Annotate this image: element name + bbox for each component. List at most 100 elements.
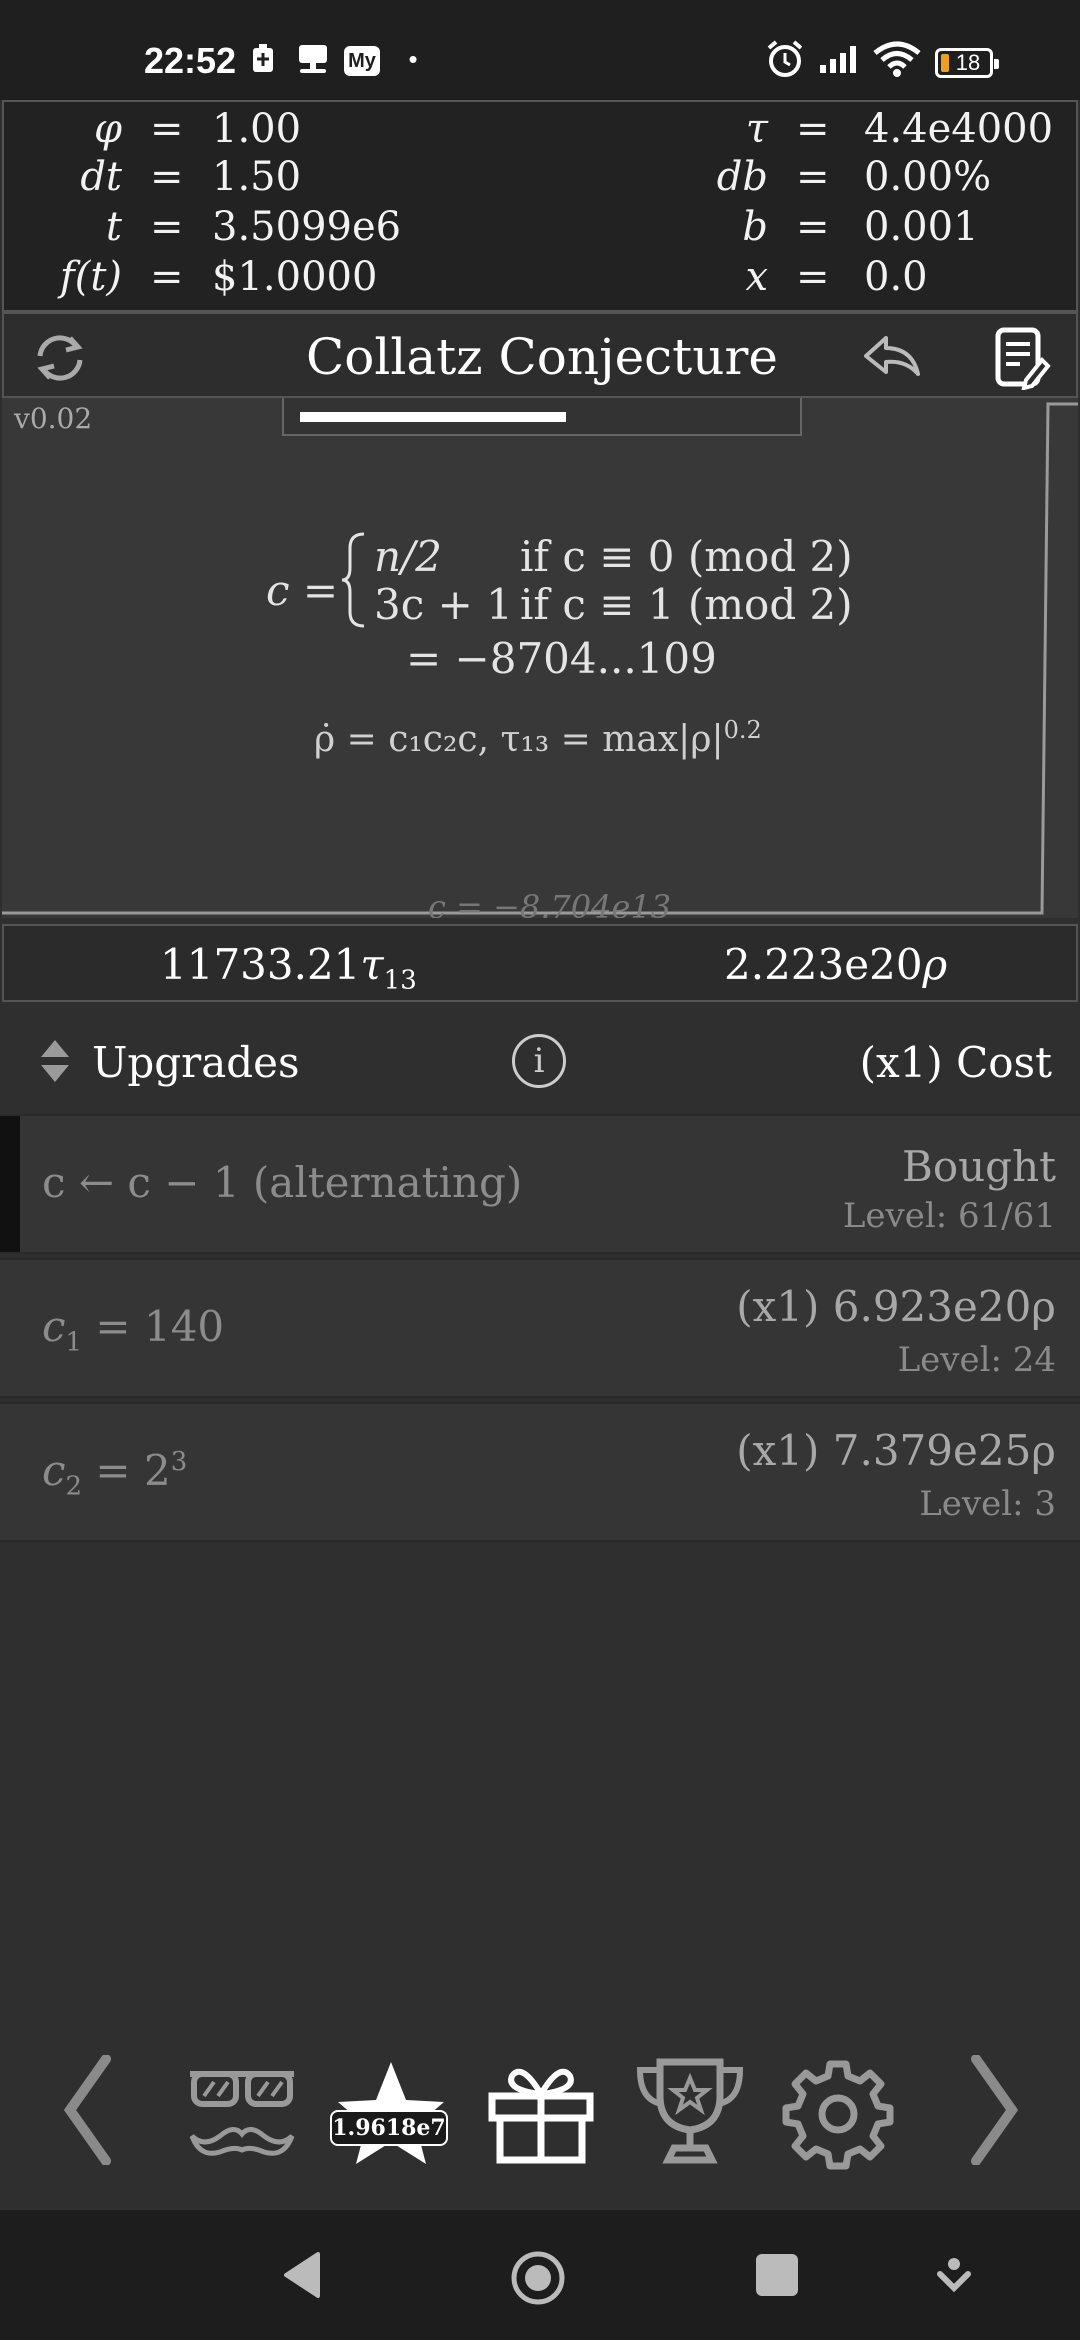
status-bar: 22:52 My • 18 — [0, 0, 1080, 100]
cost-multiplier-button[interactable]: (x1) Cost — [860, 1038, 1052, 1087]
tau-subscript: 13 — [383, 965, 417, 996]
var-row-tau: τ = 4.4e4000 — [544, 106, 1080, 152]
wifi-icon — [872, 41, 922, 77]
settings-gear-icon[interactable] — [782, 2058, 894, 2170]
star-count-badge: 1.9618e7 — [330, 2110, 448, 2146]
row-indicator — [0, 1116, 20, 1252]
upgrade-level: Level: 24 — [897, 1340, 1056, 1380]
var-value: 1.00 — [212, 106, 302, 152]
upgrade-row-c2[interactable]: c2 = 23 (x1) 7.379e25ρ Level: 3 — [0, 1402, 1080, 1542]
var-row-ft: f(t) = $1.0000 — [4, 254, 544, 300]
upgrade-cost: (x1) 7.379e25ρ — [736, 1426, 1056, 1475]
upgrade-var: c — [42, 1302, 66, 1351]
var-row-b: b = 0.001 — [544, 204, 1080, 250]
status-time: 22:52 — [144, 40, 237, 81]
gift-icon[interactable] — [486, 2060, 596, 2164]
var-value: 0.001 — [864, 204, 979, 250]
formula-brace — [338, 530, 368, 634]
tau-value: 11733.21 — [160, 940, 361, 989]
var-equals: = — [796, 154, 830, 200]
alarm-icon — [764, 40, 806, 77]
var-symbol: db — [716, 154, 768, 200]
signal-icon — [818, 42, 862, 76]
trophy-icon[interactable] — [634, 2056, 746, 2168]
upgrades-header: Upgrades i (x1) Cost — [0, 1012, 1080, 1112]
upgrade-status: Bought — [901, 1142, 1056, 1191]
var-row-phi: φ = 1.00 — [4, 106, 544, 152]
formula-case1-cond: if c ≡ 0 (mod 2) — [520, 532, 853, 581]
my-app-icon: My — [344, 46, 380, 76]
var-row-dt: dt = 1.50 — [4, 154, 544, 200]
formula-case2-expr: 3c + 1 — [374, 580, 513, 629]
upgrade-level: Level: 61/61 — [842, 1196, 1056, 1236]
upgrade-subscript: 2 — [65, 1471, 83, 1502]
formula-lhs: c = — [266, 566, 339, 615]
upgrade-exponent: 3 — [170, 1447, 188, 1477]
sort-icon[interactable] — [38, 1036, 72, 1086]
rho-formula-exponent: 0.2 — [723, 716, 762, 744]
var-equals: = — [150, 106, 184, 152]
theory-panel[interactable]: v0.02 c = n/2 if c ≡ 0 (mod 2) 3c + 1 if… — [2, 398, 1078, 918]
var-equals: = — [796, 204, 830, 250]
next-arrow-icon[interactable] — [960, 2050, 1030, 2170]
rho-value: 2.223e20 — [724, 940, 923, 989]
var-equals: = — [150, 254, 184, 300]
currency-bar: 11733.21τ13 2.223e20ρ — [2, 924, 1078, 1002]
graph-label: c = −8.704e13 — [428, 888, 672, 918]
battery-saver-icon — [250, 42, 276, 76]
formula-case2-cond: if c ≡ 1 (mod 2) — [520, 580, 853, 629]
battery-icon: 18 — [935, 48, 999, 78]
tau-currency: 11733.21τ13 — [160, 940, 417, 995]
system-navigation-bar — [0, 2210, 1080, 2340]
variables-panel: φ = 1.00 dt = 1.50 t = 3.5099e6 f(t) = $… — [2, 100, 1078, 312]
var-value: 1.50 — [212, 154, 302, 200]
var-value: 4.4e4000 — [864, 106, 1054, 152]
var-value: 0.00% — [864, 154, 992, 200]
recents-icon[interactable] — [756, 2254, 798, 2296]
upgrade-subscript: 1 — [65, 1327, 83, 1358]
var-symbol: φ — [93, 106, 122, 152]
upgrade-name: c2 = 23 — [42, 1446, 187, 1501]
var-equals: = — [796, 106, 830, 152]
var-equals: = — [150, 204, 184, 250]
upgrade-var: c — [42, 1446, 66, 1495]
formula-case1-expr: n/2 — [374, 532, 442, 581]
rho-currency: 2.223e20ρ — [724, 940, 947, 989]
var-equals: = — [150, 154, 184, 200]
var-row-db: db = 0.00% — [544, 154, 1080, 200]
var-row-x: x = 0.0 — [544, 254, 1080, 300]
var-symbol: b — [742, 204, 768, 250]
info-icon[interactable]: i — [512, 1034, 566, 1088]
bottom-nav: 1.9618e7 — [0, 2020, 1080, 2230]
upgrade-value: = 2 — [82, 1446, 171, 1495]
undo-icon[interactable] — [860, 330, 924, 386]
rho-symbol: ρ — [922, 940, 948, 989]
tau-symbol: τ — [360, 940, 384, 989]
disguise-icon[interactable] — [184, 2060, 300, 2160]
upgrade-name: c ← c − 1 (alternating) — [42, 1158, 523, 1207]
info-icon-glyph: i — [533, 1041, 545, 1081]
upgrade-row-c1[interactable]: c1 = 140 (x1) 6.923e20ρ Level: 24 — [0, 1258, 1080, 1398]
var-equals: = — [796, 254, 830, 300]
prev-arrow-icon[interactable] — [52, 2050, 122, 2170]
stand-icon — [296, 42, 330, 76]
upgrade-row-c-decrement[interactable]: c ← c − 1 (alternating) Bought Level: 61… — [0, 1114, 1080, 1254]
title-bar: Collatz Conjecture — [2, 312, 1078, 398]
keyboard-hide-icon[interactable] — [936, 2256, 972, 2298]
home-icon[interactable] — [510, 2250, 566, 2306]
var-value: 0.0 — [864, 254, 928, 300]
back-icon[interactable] — [280, 2250, 322, 2300]
var-symbol: f(t) — [59, 254, 122, 300]
notification-dot: • — [408, 43, 418, 74]
notes-icon[interactable] — [992, 324, 1052, 391]
rho-formula-text: ρ̇ = c₁c₂c, τ₁₃ = max|ρ| — [314, 719, 724, 760]
var-symbol: t — [105, 204, 122, 250]
upgrade-name: c1 = 140 — [42, 1302, 224, 1357]
var-symbol: x — [745, 254, 768, 300]
upgrade-cost: (x1) 6.923e20ρ — [736, 1282, 1056, 1331]
rho-formula: ρ̇ = c₁c₂c, τ₁₃ = max|ρ|0.2 — [314, 716, 762, 760]
upgrade-level: Level: 3 — [919, 1484, 1056, 1524]
var-symbol: τ — [745, 106, 768, 152]
var-symbol: dt — [80, 154, 122, 200]
upgrade-value: = 140 — [82, 1302, 225, 1351]
